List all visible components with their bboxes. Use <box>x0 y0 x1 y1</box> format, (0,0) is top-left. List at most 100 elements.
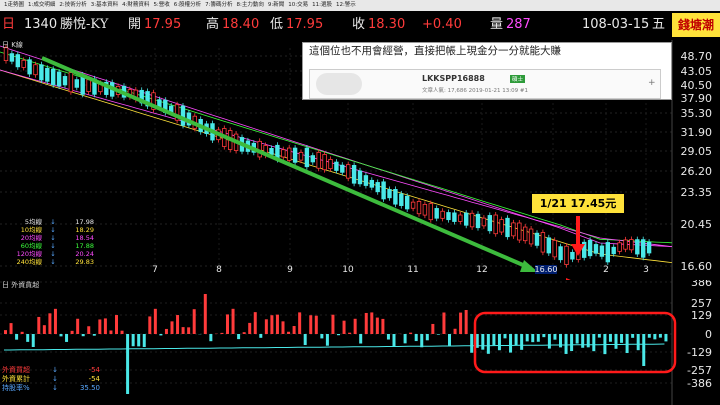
candle-body <box>440 210 445 219</box>
menu-item[interactable]: 1:成交明細 <box>28 2 55 8</box>
foreign-bar <box>520 334 524 350</box>
price-tick: 43.05 <box>681 65 713 78</box>
foreign-bar <box>181 327 185 334</box>
foreign-bar <box>547 334 551 349</box>
candle-body <box>422 203 428 216</box>
candle-body <box>286 147 292 161</box>
popup-stats: 文章人氣: 17,686 2019-01-21 13:09 #1 <box>422 88 529 94</box>
menu-item[interactable]: 5:營收 <box>153 2 169 8</box>
ma-label: 240均線 <box>16 258 42 266</box>
candle-body <box>587 239 593 257</box>
bottom-legend: 外資買超 ↓ -54 外資累計 ↓ -54 持股率% ↓ 35.50 <box>2 366 112 393</box>
candle-body <box>393 188 398 205</box>
foreign-bar <box>614 334 618 349</box>
menu-item[interactable]: 8:主力動向 <box>237 2 264 8</box>
foreign-bar <box>409 332 413 334</box>
date-tick: 2 <box>603 265 609 275</box>
price-tick: 29.05 <box>681 145 713 158</box>
menu-item[interactable]: 12:警示 <box>336 2 356 8</box>
sub-tick: -386 <box>687 377 712 390</box>
foreign-bar <box>253 312 257 334</box>
candle-body <box>56 71 62 87</box>
foreign-bar <box>153 308 157 334</box>
foreign-bar <box>92 334 96 336</box>
candle-body <box>528 228 534 245</box>
foreign-bar <box>542 334 546 338</box>
date-tick: 7 <box>152 265 158 275</box>
date-tick: 3 <box>643 265 649 275</box>
sub-tick: -257 <box>687 364 712 377</box>
foreign-bar <box>148 316 152 334</box>
candle-body <box>617 242 622 252</box>
foreign-bar <box>20 331 24 334</box>
popup-username[interactable]: LKKSPP16888 <box>422 74 485 83</box>
foreign-bar <box>48 313 52 334</box>
brand-logo: 錢塘潮 <box>672 13 720 37</box>
menu-item[interactable]: 2:技術分析 <box>59 2 86 8</box>
menu-item[interactable]: 9:新聞 <box>268 2 284 8</box>
foreign-bar <box>414 334 418 342</box>
period-icon[interactable]: 日 <box>2 11 15 39</box>
menu-item[interactable]: 6:股權分析 <box>174 2 201 8</box>
candle-body <box>505 217 510 238</box>
candle-body <box>564 245 569 265</box>
candle-body <box>641 239 646 258</box>
down-arrow-icon: ↓ <box>50 250 56 258</box>
down-arrow-icon: ↓ <box>52 366 58 374</box>
high-label: 高 <box>206 17 220 32</box>
candle-body <box>292 147 298 163</box>
candle-body <box>629 239 634 251</box>
candle-body <box>33 64 38 76</box>
candle-body <box>269 147 274 155</box>
candle-body <box>375 182 380 193</box>
menu-item[interactable]: 7:籌碼分析 <box>205 2 232 8</box>
quote-bar: 日 1340 勝悅-KY 開 17.95 高 18.40 低 17.95 收 1… <box>0 11 720 39</box>
foreign-bar <box>76 318 80 334</box>
foreign-bar <box>231 308 235 334</box>
candle-body <box>74 79 79 88</box>
down-arrow-icon: ↓ <box>50 226 56 234</box>
down-arrow-icon: ↓ <box>50 258 56 266</box>
bottom-legend-row: 外資累計 ↓ -54 <box>2 375 112 384</box>
candle-body <box>387 189 392 199</box>
menu-item[interactable]: 11:選股 <box>312 2 332 8</box>
menu-item[interactable]: 4:財務資料 <box>122 2 149 8</box>
foreign-bar <box>26 334 30 342</box>
change-value: +0.40 <box>422 17 462 32</box>
foreign-bar <box>226 314 229 334</box>
candle-body <box>180 105 186 126</box>
forum-popup[interactable]: 這個位也不用會經營，直接把帳上現金分一分就能大賺 LKKSPP16888 碩士 … <box>302 42 672 100</box>
candle-body <box>469 212 475 228</box>
candle-body <box>416 201 422 215</box>
ma-label: 5均線 <box>24 218 42 226</box>
popup-user-card[interactable]: LKKSPP16888 碩士 文章人氣: 17,686 2019-01-21 1… <box>309 69 661 99</box>
foreign-bar <box>70 330 74 334</box>
price-tick: 20.45 <box>681 218 713 231</box>
foreign-bar <box>209 334 213 342</box>
bottom-legend-label: 外資買超 <box>2 366 30 374</box>
candle-body <box>345 164 351 179</box>
foreign-bar <box>314 315 318 334</box>
plus-icon[interactable]: + <box>648 78 656 88</box>
ma-legend-row: 20均線 ↓ 18.54 <box>2 234 102 242</box>
foreign-bar <box>270 315 274 334</box>
candle-body <box>322 154 327 171</box>
stock-code: 1340 <box>24 17 58 32</box>
foreign-bar <box>364 312 368 334</box>
foreign-bar <box>658 334 662 338</box>
candle-body <box>45 67 50 82</box>
foreign-bar <box>248 322 252 334</box>
foreign-bar <box>342 320 346 334</box>
date-tick: 12 <box>476 265 487 275</box>
foreign-bar <box>37 316 41 334</box>
menu-item[interactable]: 1走勢圖 <box>4 2 24 8</box>
date-tick: 11 <box>407 265 418 275</box>
candle-body <box>475 213 481 229</box>
price-annotation: 1/21 17.45元 <box>532 194 624 213</box>
candle-body <box>463 212 469 226</box>
foreign-bar <box>203 294 207 334</box>
foreign-bar <box>442 312 446 334</box>
menu-item[interactable]: 10:交易 <box>288 2 308 8</box>
candle-body <box>493 214 498 235</box>
menu-item[interactable]: 3:基本資料 <box>91 2 118 8</box>
